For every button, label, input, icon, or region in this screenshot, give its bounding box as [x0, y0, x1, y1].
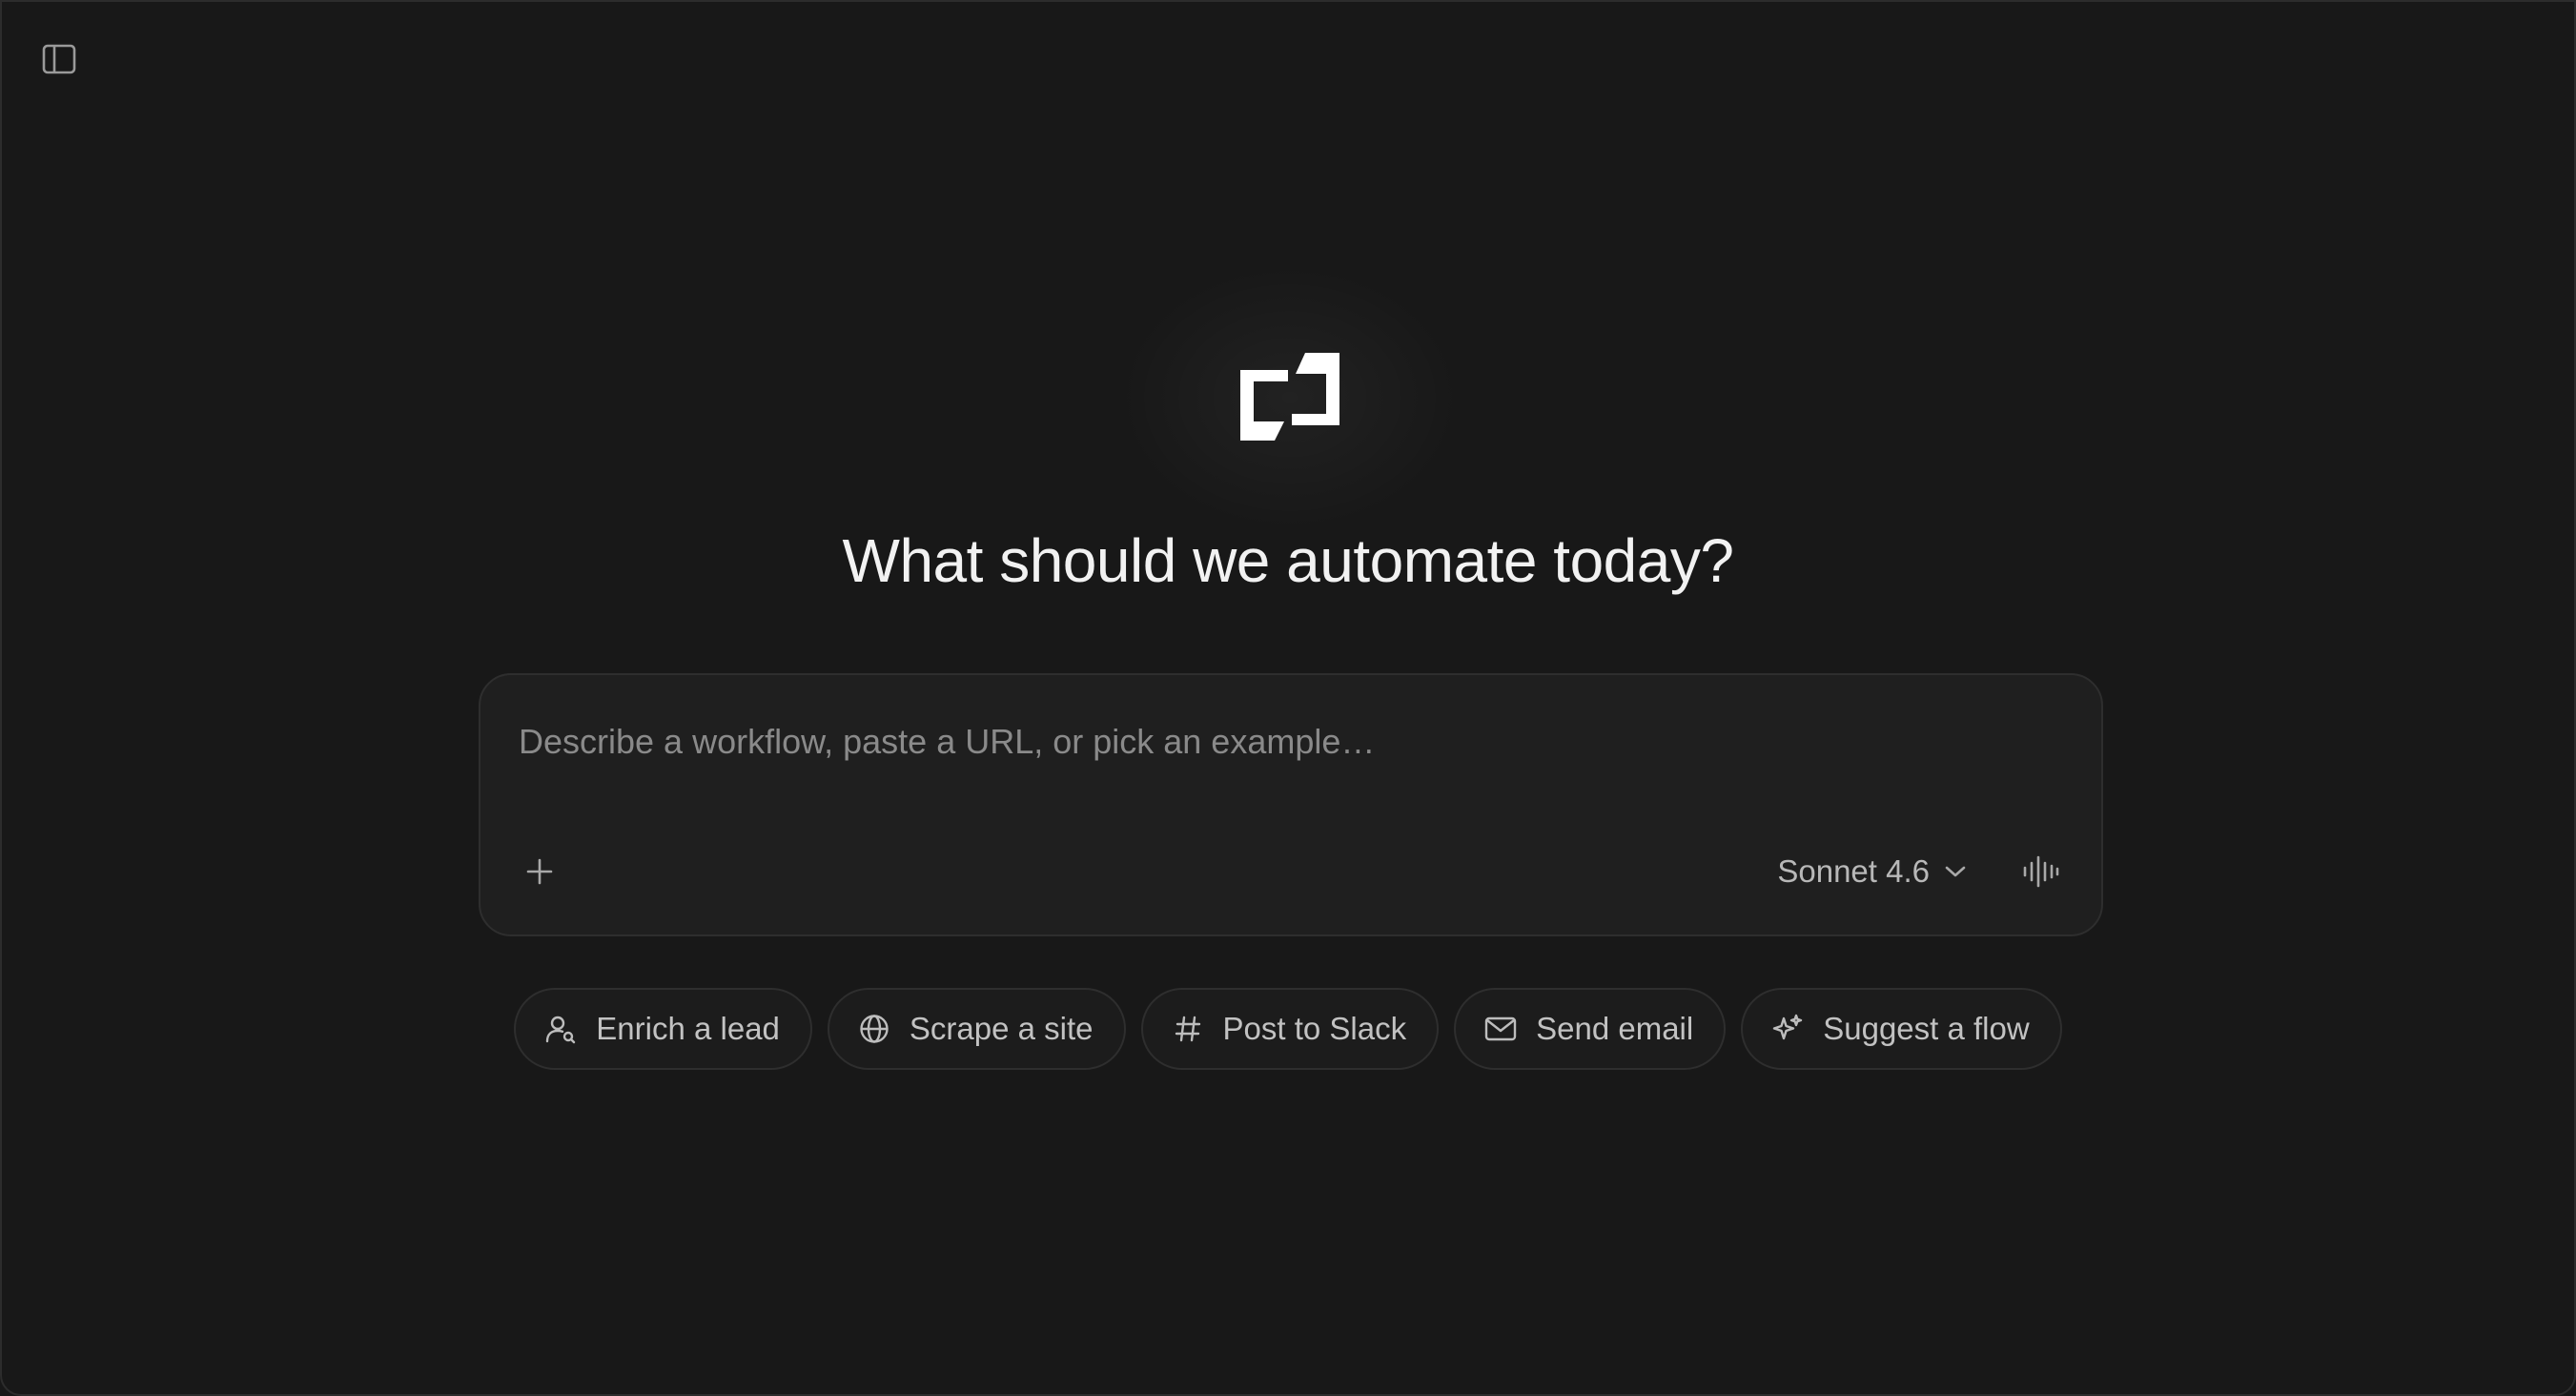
page-title: What should we automate today?	[842, 526, 1734, 595]
suggestion-label: Suggest a flow	[1823, 1011, 2030, 1046]
user-search-icon	[544, 1013, 577, 1045]
suggestion-label: Scrape a site	[909, 1011, 1094, 1046]
chevron-down-icon	[1945, 865, 1966, 878]
prompt-input[interactable]	[519, 713, 2044, 770]
bracket-logo-icon	[1240, 353, 1339, 442]
model-selected-label: Sonnet 4.6	[1777, 853, 1930, 889]
sidebar-panel-icon	[42, 44, 76, 74]
suggestion-chips: Enrich a lead Scrape a site Post to Slac…	[2, 988, 2574, 1070]
plus-icon	[525, 857, 554, 886]
model-selector[interactable]: Sonnet 4.6	[1769, 845, 1973, 898]
waveform-icon	[2022, 855, 2060, 888]
prompt-composer: Sonnet 4.6	[479, 673, 2103, 936]
suggestion-label: Send email	[1536, 1011, 1694, 1046]
suggestion-label: Post to Slack	[1222, 1011, 1407, 1046]
voice-input-button[interactable]	[2015, 847, 2067, 896]
suggestion-send-email[interactable]: Send email	[1454, 988, 1727, 1070]
suggestion-suggest-flow[interactable]: Suggest a flow	[1741, 988, 2062, 1070]
suggestion-enrich-lead[interactable]: Enrich a lead	[514, 988, 812, 1070]
suggestion-scrape-site[interactable]: Scrape a site	[827, 988, 1126, 1070]
mail-icon	[1484, 1013, 1517, 1045]
attach-button[interactable]	[519, 851, 561, 893]
sidebar-toggle-button[interactable]	[38, 38, 80, 80]
globe-icon	[858, 1013, 890, 1045]
brand-logo	[1118, 264, 1462, 531]
sparkles-icon	[1771, 1013, 1804, 1045]
suggestion-label: Enrich a lead	[596, 1011, 780, 1046]
hash-icon	[1172, 1013, 1204, 1045]
app-window: What should we automate today? Sonnet 4.…	[0, 0, 2576, 1396]
suggestion-post-slack[interactable]: Post to Slack	[1140, 988, 1440, 1070]
